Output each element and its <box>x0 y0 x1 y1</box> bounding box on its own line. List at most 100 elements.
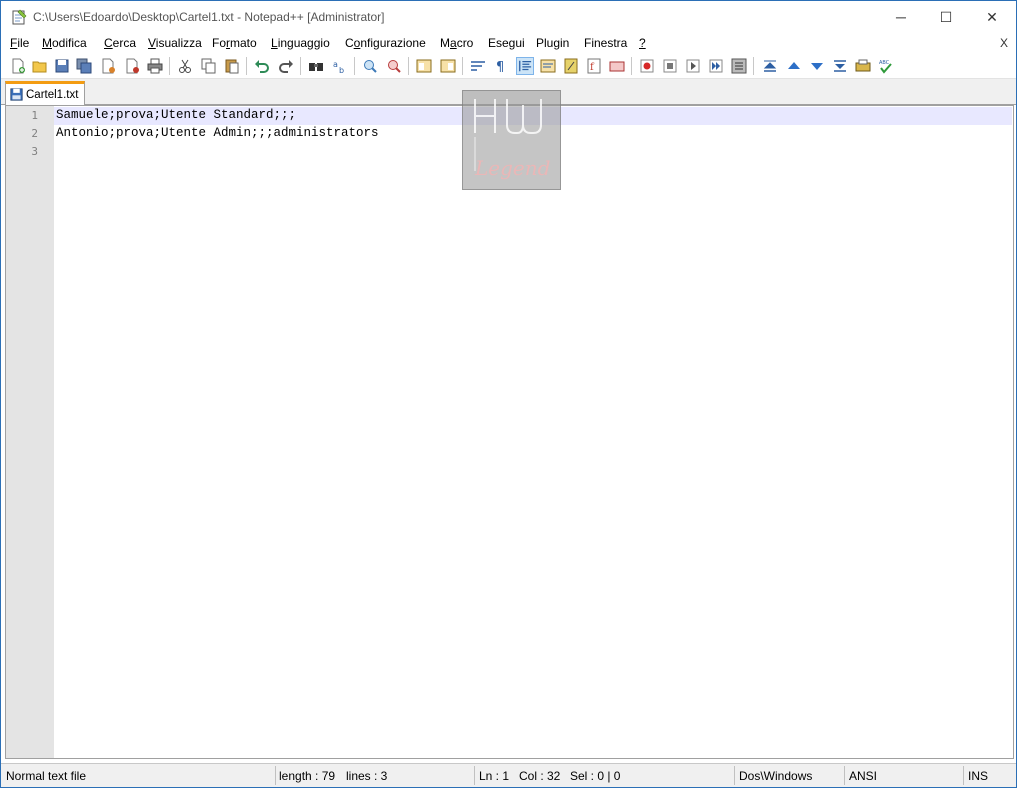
expand-icon[interactable] <box>831 57 849 75</box>
status-separator <box>844 766 845 785</box>
close-file-icon[interactable] <box>99 57 117 75</box>
toolbar-separator <box>631 57 632 75</box>
word-wrap-icon[interactable] <box>469 57 487 75</box>
eol-status: Dos\Windows <box>739 769 813 783</box>
title-bar[interactable]: C:\Users\Edoardo\Desktop\Cartel1.txt - N… <box>1 1 1016 33</box>
editor-line[interactable]: Antonio;prova;Utente Admin;;;administrat… <box>56 126 379 140</box>
down-icon[interactable] <box>808 57 826 75</box>
status-separator <box>275 766 276 785</box>
minimize-icon: ─ <box>896 9 906 25</box>
hw-legend-logo: Legend <box>474 99 550 180</box>
status-bar: Normal text file length : 79 lines : 3 L… <box>1 763 1016 787</box>
insert-mode-status: INS <box>968 769 989 783</box>
stop-record-icon[interactable] <box>661 57 679 75</box>
sync-vertical-icon[interactable] <box>415 57 433 75</box>
folder-workspace-icon[interactable]: f <box>585 57 603 75</box>
line-number: 3 <box>31 145 38 158</box>
paste-icon[interactable] <box>223 57 241 75</box>
toolbar-separator <box>354 57 355 75</box>
doc-map-icon[interactable] <box>539 57 557 75</box>
status-separator <box>474 766 475 785</box>
svg-text:ABC: ABC <box>879 60 890 66</box>
encoding-status: ANSI <box>849 769 878 783</box>
close-window-button[interactable]: ✕ <box>969 1 1015 33</box>
collapse-icon[interactable] <box>761 57 779 75</box>
menu-bar: File Modifica Cerca Visualizza Formato L… <box>1 33 1016 53</box>
toolbar-separator <box>753 57 754 75</box>
menu-help[interactable]: ? <box>639 36 646 50</box>
menu-formato[interactable]: Formato <box>212 36 257 50</box>
close-document-button[interactable]: X <box>1000 36 1008 50</box>
find-icon[interactable] <box>307 57 325 75</box>
line-number-gutter <box>6 106 54 758</box>
toolbar: ab ¶ f ABC <box>1 53 1016 79</box>
menu-cerca[interactable]: Cerca <box>104 36 136 50</box>
file-type-status: Normal text file <box>6 769 87 783</box>
menu-plugin[interactable]: Plugin <box>536 36 569 50</box>
window-title: C:\Users\Edoardo\Desktop\Cartel1.txt - N… <box>33 10 385 24</box>
close-all-icon[interactable] <box>123 57 141 75</box>
launch-icon[interactable] <box>854 57 872 75</box>
menu-esegui[interactable]: Esegui <box>488 36 525 50</box>
column-position-status: Col : 32 <box>519 769 561 783</box>
open-file-icon[interactable] <box>31 57 49 75</box>
save-icon[interactable] <box>53 57 71 75</box>
new-file-icon[interactable] <box>9 57 27 75</box>
menu-configurazione[interactable]: Configurazione <box>345 36 426 50</box>
function-list-icon[interactable] <box>562 57 580 75</box>
menu-modifica[interactable]: Modifica <box>42 36 87 50</box>
sync-horizontal-icon[interactable] <box>439 57 457 75</box>
status-separator <box>963 766 964 785</box>
notepad-window: C:\Users\Edoardo\Desktop\Cartel1.txt - N… <box>0 0 1017 788</box>
cut-icon[interactable] <box>176 57 194 75</box>
svg-text:b: b <box>339 66 344 74</box>
menu-macro[interactable]: Macro <box>440 36 473 50</box>
selection-status: Sel : 0 | 0 <box>570 769 621 783</box>
line-number: 2 <box>31 127 38 140</box>
copy-icon[interactable] <box>200 57 218 75</box>
svg-text:¶: ¶ <box>496 60 504 74</box>
lines-status: lines : 3 <box>346 769 388 783</box>
line-position-status: Ln : 1 <box>479 769 510 783</box>
spellcheck-icon[interactable]: ABC <box>877 57 895 75</box>
tab-cartel1[interactable]: Cartel1.txt <box>5 81 86 105</box>
print-icon[interactable] <box>146 57 164 75</box>
svg-text:Legend: Legend <box>474 156 550 180</box>
text-editor[interactable]: 1 Samuele;prova;Utente Standard;;; 2 Ant… <box>5 105 1014 759</box>
tab-label: Cartel1.txt <box>26 88 79 101</box>
show-all-chars-icon[interactable]: ¶ <box>492 57 510 75</box>
redo-icon[interactable] <box>277 57 295 75</box>
play-macro-icon[interactable] <box>684 57 702 75</box>
minimize-button[interactable]: ─ <box>878 1 924 33</box>
close-icon: ✕ <box>986 8 998 25</box>
undo-icon[interactable] <box>253 57 271 75</box>
zoom-out-icon[interactable] <box>385 57 403 75</box>
floppy-disk-icon <box>10 88 23 101</box>
run-macro-multiple-icon[interactable] <box>707 57 725 75</box>
monitoring-icon[interactable] <box>608 57 626 75</box>
toolbar-separator <box>246 57 247 75</box>
menu-visualizza[interactable]: Visualizza <box>148 36 202 50</box>
toolbar-separator <box>300 57 301 75</box>
menu-linguaggio[interactable]: Linguaggio <box>271 36 330 50</box>
toolbar-separator <box>169 57 170 75</box>
status-separator <box>734 766 735 785</box>
menu-file[interactable]: File <box>10 36 29 50</box>
indent-guide-icon[interactable] <box>516 57 534 75</box>
toolbar-separator <box>462 57 463 75</box>
replace-icon[interactable]: ab <box>331 57 349 75</box>
maximize-button[interactable]: ☐ <box>923 1 969 33</box>
length-status: length : 79 <box>279 769 336 783</box>
notepad-icon <box>12 9 27 25</box>
menu-finestra[interactable]: Finestra <box>584 36 627 50</box>
up-icon[interactable] <box>785 57 803 75</box>
save-macro-icon[interactable] <box>730 57 748 75</box>
zoom-in-icon[interactable] <box>361 57 379 75</box>
watermark-logo: Legend <box>462 90 561 190</box>
toolbar-separator <box>408 57 409 75</box>
maximize-icon: ☐ <box>939 8 953 25</box>
editor-line[interactable]: Samuele;prova;Utente Standard;;; <box>56 108 296 122</box>
save-all-icon[interactable] <box>75 57 93 75</box>
record-macro-icon[interactable] <box>638 57 656 75</box>
line-number: 1 <box>31 109 38 122</box>
